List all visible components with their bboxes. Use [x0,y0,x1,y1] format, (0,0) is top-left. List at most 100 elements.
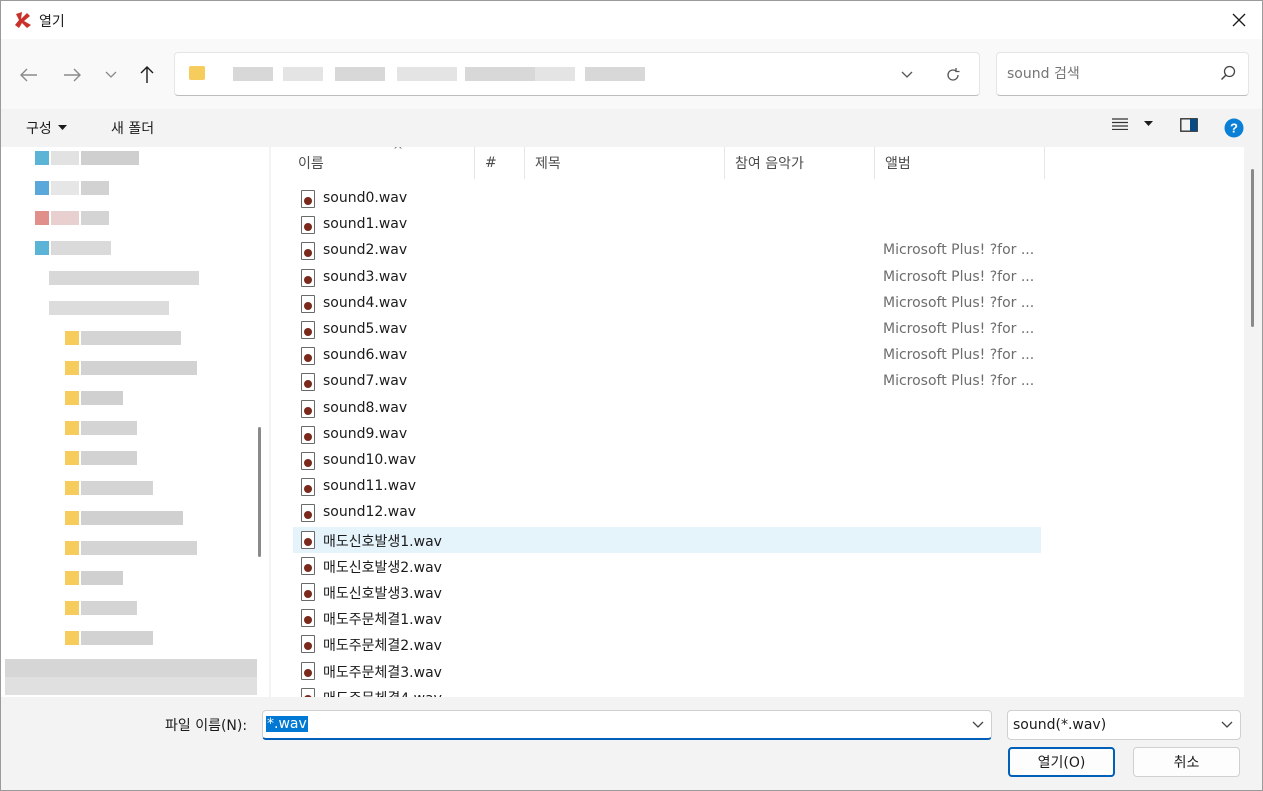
nav-pane-scrollbar[interactable] [258,427,261,557]
audio-file-icon [301,425,315,444]
blurred-nav-item [51,241,111,255]
chevron-down-icon[interactable] [971,717,985,731]
blurred-nav-item [81,391,123,405]
file-row[interactable]: 매도주문체결3.wav [293,658,1041,684]
blurred-nav-item [65,421,79,435]
file-row[interactable]: sound12.wav [293,500,1041,526]
open-file-dialog: 열기 sound 검색 구성 새 폴더 ? 이름 ^ # 제목 참여 음악가 앨… [0,0,1263,791]
blurred-path-segment [233,67,273,81]
file-name: 매도주문체결3.wav [323,664,442,681]
preview-pane-icon [1180,118,1198,132]
file-row[interactable]: 매도신호발생3.wav [293,579,1041,605]
column-header-artists[interactable]: 참여 음악가 [725,147,875,179]
blurred-nav-item [51,181,79,195]
blurred-nav-item [35,211,49,225]
file-name: sound4.wav [323,294,408,311]
help-button[interactable]: ? [1224,118,1244,138]
blurred-nav-item [5,677,257,695]
audio-file-icon [301,294,315,313]
column-label: 제목 [535,156,561,172]
file-row[interactable]: sound9.wav [293,422,1041,448]
file-row[interactable]: sound5.wav Microsoft Plus! ?for ... [293,317,1041,343]
organize-button[interactable]: 구성 [26,118,67,138]
address-bar[interactable] [174,52,980,96]
view-options-button[interactable] [1112,118,1153,130]
file-name: sound11.wav [323,478,417,495]
file-row[interactable]: sound10.wav [293,448,1041,474]
blurred-nav-item [65,631,79,645]
column-header-title[interactable]: 제목 [525,147,725,179]
column-header-name[interactable]: 이름 ^ [288,147,475,179]
command-bar: 구성 새 폴더 ? [1,109,1262,147]
file-name: sound9.wav [323,425,408,442]
navigation-pane[interactable] [1,147,269,697]
chevron-down-icon [1221,721,1233,728]
file-row[interactable]: sound11.wav [293,474,1041,500]
file-name: sound6.wav [323,347,408,364]
search-input[interactable] [1007,63,1207,85]
column-header-album[interactable]: 앨범 [875,147,1045,179]
blurred-nav-item [81,481,153,495]
file-row[interactable]: 매도신호발생2.wav [293,553,1041,579]
preview-pane-button[interactable] [1180,118,1198,132]
file-row[interactable]: 매도주문체결4.wav [293,684,1041,697]
file-album: Microsoft Plus! ?for ... [883,321,1035,337]
blurred-nav-item [35,151,49,165]
filename-input[interactable]: *.wav [262,710,992,740]
file-row[interactable]: sound1.wav [293,212,1041,238]
file-row[interactable]: sound7.wav Microsoft Plus! ?for ... [293,369,1041,395]
audio-file-icon [301,635,315,654]
blurred-nav-item [65,511,79,525]
file-row[interactable]: 매도신호발생1.wav [293,526,1041,553]
search-box[interactable] [996,52,1249,96]
file-row[interactable]: sound8.wav [293,396,1041,422]
file-name: 매도주문체결4.wav [323,688,442,697]
blurred-path-segment [585,67,645,81]
close-button[interactable] [1216,1,1262,39]
blurred-nav-item [81,211,109,225]
file-row[interactable]: sound0.wav [293,186,1041,212]
column-label: 참여 음악가 [735,156,804,172]
file-row[interactable]: sound2.wav Microsoft Plus! ?for ... [293,238,1041,264]
file-type-select[interactable]: sound(*.wav) [1007,710,1241,740]
folder-icon [189,66,205,80]
up-button[interactable] [133,61,161,89]
refresh-button[interactable] [941,63,965,87]
file-row[interactable]: sound4.wav Microsoft Plus! ?for ... [293,291,1041,317]
app-icon [15,12,31,28]
audio-file-icon [301,373,315,392]
arrow-right-icon [64,68,81,82]
blurred-nav-item [51,211,79,225]
file-row[interactable]: 매도주문체결2.wav [293,631,1041,657]
column-label: # [485,155,497,171]
new-folder-button[interactable]: 새 폴더 [111,118,154,138]
file-album: Microsoft Plus! ?for ... [883,373,1035,390]
address-history-button[interactable] [895,63,919,87]
blurred-nav-item [81,151,139,165]
file-name: sound7.wav [323,373,408,390]
file-list-scrollbar[interactable] [1251,169,1254,327]
file-name: sound3.wav [323,268,408,285]
forward-button[interactable] [58,61,86,89]
blurred-nav-item [81,601,137,615]
blurred-path-segment [283,67,323,81]
file-name: sound12.wav [323,504,417,521]
navigation-bar [1,39,1262,109]
open-button-label: 열기(O) [1037,755,1086,771]
file-row[interactable]: sound6.wav Microsoft Plus! ?for ... [293,343,1041,369]
cancel-button[interactable]: 취소 [1133,747,1240,777]
column-header-number[interactable]: # [475,147,525,179]
filename-value[interactable]: *.wav [266,716,308,732]
blurred-nav-item [51,151,79,165]
open-button[interactable]: 열기(O) [1008,747,1115,777]
blurred-nav-item [65,331,79,345]
file-list[interactable]: 이름 ^ # 제목 참여 음악가 앨범 sound0.wav sound1.wav… [271,147,1244,697]
recent-locations-button[interactable] [97,61,125,89]
file-name: sound8.wav [323,399,408,416]
file-row[interactable]: 매도주문체결1.wav [293,605,1041,631]
back-button[interactable] [15,61,43,89]
file-row[interactable]: sound3.wav Microsoft Plus! ?for ... [293,265,1041,291]
chevron-down-icon [105,71,117,78]
caret-down-icon [1144,121,1153,126]
blurred-nav-item [65,361,79,375]
